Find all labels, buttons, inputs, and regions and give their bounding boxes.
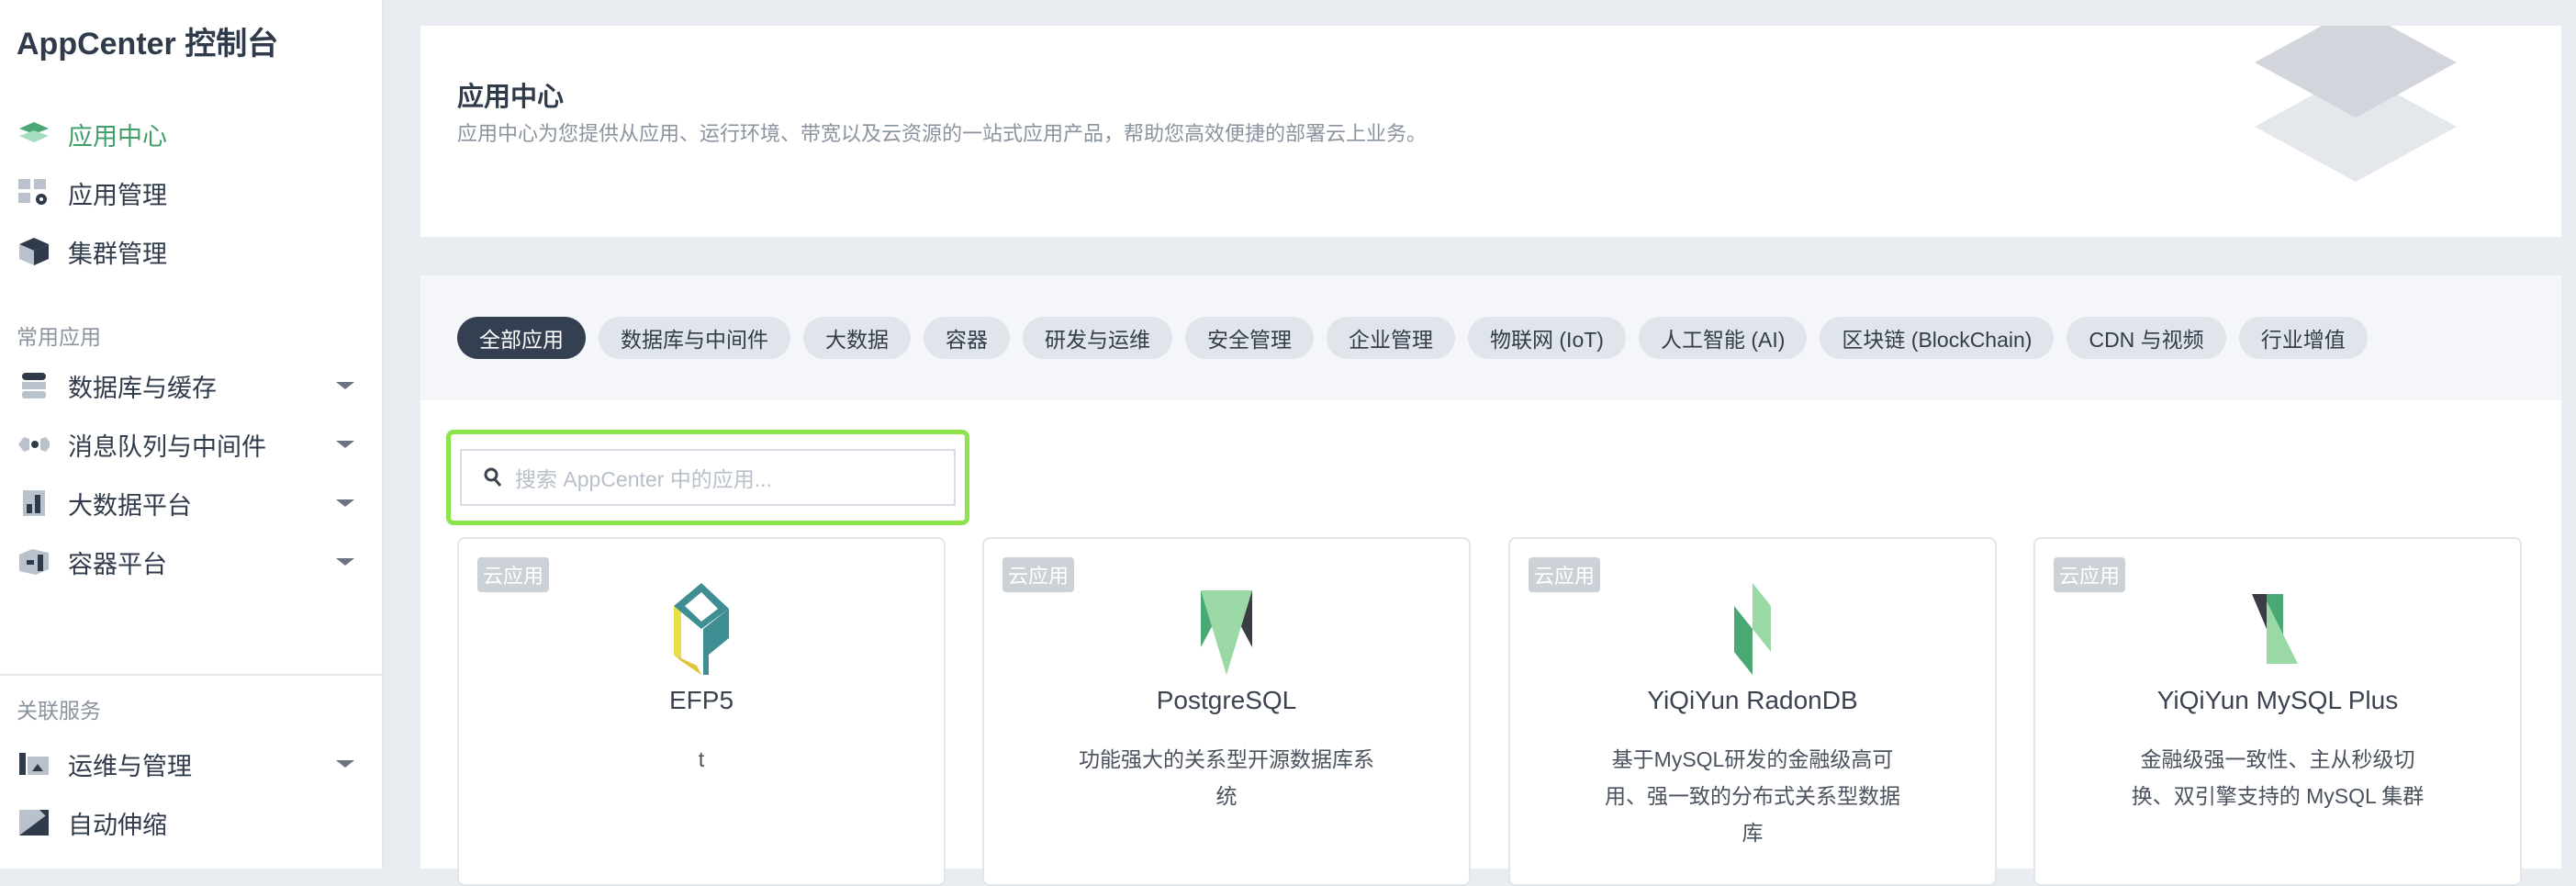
app-description: 功能强大的关系型开源数据库系统 bbox=[1079, 747, 1374, 808]
filter-chip[interactable]: CDN 与视频 bbox=[2066, 317, 2226, 359]
bar-chart-icon bbox=[18, 488, 50, 519]
category-filter-bar: 全部应用 数据库与中间件 大数据 容器 研发与运维 安全管理 企业管理 物联网 … bbox=[420, 275, 2561, 400]
ops-icon bbox=[18, 748, 50, 779]
search-input[interactable]: 搜索 AppCenter 中的应用... bbox=[460, 449, 956, 506]
filter-chip[interactable]: 容器 bbox=[924, 317, 1010, 359]
app-description: 金融级强一致性、主从秒级切换、双引擎支持的 MySQL 集群 bbox=[2131, 747, 2425, 808]
sidebar-item-label: 容器平台 bbox=[68, 550, 167, 578]
app-panel: 全部应用 数据库与中间件 大数据 容器 研发与运维 安全管理 企业管理 物联网 … bbox=[420, 275, 2561, 886]
sidebar-item-label: 数据库与缓存 bbox=[68, 374, 217, 402]
sidebar-item-label: 自动伸缩 bbox=[68, 811, 167, 839]
cube-icon bbox=[18, 236, 50, 267]
sidebar-item-label: 运维与管理 bbox=[68, 752, 192, 780]
chevron-down-icon[interactable] bbox=[336, 558, 354, 566]
filter-chip[interactable]: 数据库与中间件 bbox=[599, 317, 790, 359]
sidebar-item-label: 应用管理 bbox=[68, 181, 167, 209]
efp5-logo-icon bbox=[674, 583, 729, 675]
sidebar-item-label: 大数据平台 bbox=[68, 491, 192, 520]
chevron-down-icon[interactable] bbox=[336, 382, 354, 389]
filter-chip[interactable]: 企业管理 bbox=[1327, 317, 1455, 359]
autoscale-icon bbox=[18, 807, 50, 838]
sidebar-item-label: 应用中心 bbox=[68, 122, 167, 151]
filter-chip[interactable]: 研发与运维 bbox=[1023, 317, 1172, 359]
sidebar-item-autoscale[interactable]: 自动伸缩 bbox=[0, 797, 382, 848]
app-card-postgresql[interactable]: 云应用 PostgreSQL 功能强大的关系型开源数据库系统 bbox=[982, 537, 1471, 886]
chevron-down-icon[interactable] bbox=[336, 760, 354, 768]
filter-chip[interactable]: 区块链 (BlockChain) bbox=[1820, 317, 2055, 359]
message-queue-icon bbox=[18, 429, 50, 460]
app-card-radondb[interactable]: 云应用 YiQiYun RadonDB 基于MySQL研发的金融级高可用、强一致… bbox=[1508, 537, 1997, 886]
sidebar-item-app-manage[interactable]: 应用管理 bbox=[0, 167, 382, 219]
sidebar-item-label: 消息队列与中间件 bbox=[68, 432, 266, 461]
search-placeholder: 搜索 AppCenter 中的应用... bbox=[515, 467, 772, 491]
chevron-down-icon[interactable] bbox=[336, 441, 354, 448]
app-manage-icon bbox=[18, 177, 50, 208]
app-description: 基于MySQL研发的金融级高可用、强一致的分布式关系型数据库 bbox=[1605, 747, 1900, 845]
app-title: EFP5 bbox=[668, 686, 734, 714]
app-card-mysql-plus[interactable]: 云应用 YiQiYun MySQL Plus 金融级强一致性、主从秒级切换、双引… bbox=[2033, 537, 2522, 886]
section-label-related: 关联服务 bbox=[17, 699, 101, 723]
sidebar-divider bbox=[0, 674, 382, 676]
section-label-common: 常用应用 bbox=[17, 325, 101, 349]
container-icon bbox=[18, 546, 50, 578]
app-card-efp5[interactable]: 云应用 EFP5 t bbox=[457, 537, 946, 886]
filter-chip[interactable]: 安全管理 bbox=[1185, 317, 1314, 359]
search-icon bbox=[484, 467, 502, 487]
app-title: YiQiYun MySQL Plus bbox=[2156, 686, 2399, 714]
app-description: t bbox=[698, 747, 705, 771]
app-title: PostgreSQL bbox=[1156, 686, 1297, 714]
page-header: 应用中心 应用中心为您提供从应用、运行环境、带宽以及云资源的一站式应用产品，帮助… bbox=[420, 26, 2561, 237]
sidebar-item-ops[interactable]: 运维与管理 bbox=[0, 738, 382, 790]
filter-chip[interactable]: 人工智能 (AI) bbox=[1638, 317, 1808, 359]
filter-chip-all[interactable]: 全部应用 bbox=[457, 317, 586, 359]
sidebar-item-label: 集群管理 bbox=[68, 240, 167, 268]
search-highlight: 搜索 AppCenter 中的应用... bbox=[446, 430, 969, 525]
sidebar-item-message-queue[interactable]: 消息队列与中间件 bbox=[0, 419, 382, 470]
filter-chip[interactable]: 行业增值 bbox=[2238, 317, 2368, 359]
page-title: 应用中心 bbox=[457, 83, 565, 112]
sidebar-item-big-data[interactable]: 大数据平台 bbox=[0, 477, 382, 529]
cloud-app-badge: 云应用 bbox=[1529, 557, 1601, 592]
decorative-layers-icon bbox=[2255, 26, 2457, 182]
postgresql-logo-icon bbox=[1201, 590, 1252, 675]
cloud-app-badge: 云应用 bbox=[477, 557, 550, 592]
mysql-plus-logo-icon bbox=[2252, 594, 2298, 664]
console-title: AppCenter 控制台 bbox=[17, 27, 279, 62]
page-subtitle: 应用中心为您提供从应用、运行环境、带宽以及云资源的一站式应用产品，帮助您高效便捷… bbox=[457, 122, 1428, 145]
sidebar-item-app-center[interactable]: 应用中心 bbox=[0, 108, 382, 160]
cloud-app-badge: 云应用 bbox=[2054, 557, 2126, 592]
filter-chip[interactable]: 物联网 (IoT) bbox=[1468, 317, 1626, 359]
sidebar-item-cluster-manage[interactable]: 集群管理 bbox=[0, 226, 382, 277]
sidebar-item-container[interactable]: 容器平台 bbox=[0, 536, 382, 588]
sidebar-item-database[interactable]: 数据库与缓存 bbox=[0, 360, 382, 411]
cloud-app-badge: 云应用 bbox=[1002, 557, 1075, 592]
radondb-logo-icon bbox=[1734, 583, 1771, 675]
filter-chip[interactable]: 大数据 bbox=[803, 317, 911, 359]
layers-icon bbox=[18, 118, 50, 150]
sidebar: AppCenter 控制台 应用中心 应用管理 集群管理 常用应用 数据库与缓存… bbox=[0, 0, 384, 869]
chevron-down-icon[interactable] bbox=[336, 499, 354, 507]
app-title: YiQiYun RadonDB bbox=[1647, 686, 1858, 714]
database-icon bbox=[18, 370, 50, 401]
